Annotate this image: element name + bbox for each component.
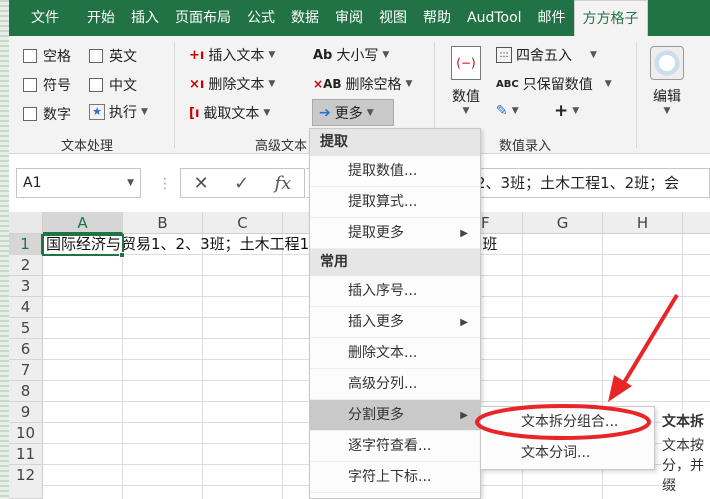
highlight-ellipse [475,404,651,440]
annotation-overlay [475,293,679,440]
annotation-arrow-line [620,293,679,388]
